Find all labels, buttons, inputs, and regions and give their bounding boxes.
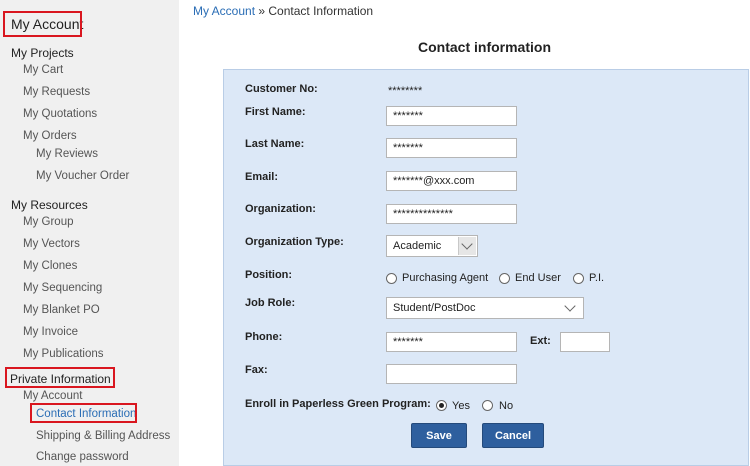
ext-label: Ext:	[530, 335, 551, 347]
sidebar-item-clones[interactable]: My Clones	[23, 260, 77, 272]
highlight-my-account	[3, 11, 82, 37]
chevron-down-icon	[458, 237, 476, 255]
phone-field[interactable]: *******	[386, 332, 517, 352]
breadcrumb-current: Contact Information	[268, 4, 374, 18]
paperless-label-no: No	[499, 400, 514, 412]
first-name-field[interactable]: *******	[386, 106, 517, 126]
position-label-end-user: End User	[515, 272, 561, 284]
position-radio-purchasing-agent[interactable]	[386, 273, 397, 284]
fax-field[interactable]	[386, 364, 517, 384]
paperless-radio-no[interactable]	[482, 400, 493, 411]
first-name-label: First Name:	[245, 106, 306, 118]
highlight-private-information	[5, 367, 115, 388]
sidebar-item-change-password[interactable]: Change password	[36, 451, 129, 463]
position-radio-pi[interactable]	[573, 273, 584, 284]
sidebar-item-shipping-billing[interactable]: Shipping & Billing Address	[36, 430, 170, 442]
organization-field[interactable]: **************	[386, 204, 517, 224]
breadcrumb-separator: »	[255, 4, 269, 18]
sidebar-item-group[interactable]: My Group	[23, 216, 74, 228]
organization-type-select[interactable]: Academic	[386, 235, 478, 257]
sidebar-item-invoice[interactable]: My Invoice	[23, 326, 78, 338]
sidebar-item-sequencing[interactable]: My Sequencing	[23, 282, 102, 294]
job-role-value: Student/PostDoc	[393, 302, 476, 314]
breadcrumb-link-my-account[interactable]: My Account	[193, 4, 255, 18]
paperless-label-yes: Yes	[452, 400, 470, 412]
position-label-pi: P.I.	[589, 272, 605, 284]
sidebar-heading-resources: My Resources	[11, 198, 88, 212]
organization-type-value: Academic	[393, 240, 442, 252]
sidebar-item-publications[interactable]: My Publications	[23, 348, 104, 360]
sidebar-item-my-account[interactable]: My Account	[23, 390, 82, 402]
cancel-button[interactable]: Cancel	[482, 423, 544, 448]
sidebar-item-voucher-order[interactable]: My Voucher Order	[36, 170, 129, 182]
sidebar-item-blanket-po[interactable]: My Blanket PO	[23, 304, 100, 316]
page-title: Contact information	[418, 39, 551, 55]
customer-no-value: ********	[388, 85, 423, 97]
paperless-radio-yes[interactable]	[436, 400, 447, 411]
phone-label: Phone:	[245, 331, 283, 343]
position-label: Position:	[245, 269, 293, 281]
chevron-down-icon	[564, 300, 576, 312]
job-role-label: Job Role:	[245, 297, 296, 309]
sidebar-item-cart[interactable]: My Cart	[23, 64, 63, 76]
highlight-contact-information	[30, 403, 137, 423]
position-radio-end-user[interactable]	[499, 273, 510, 284]
paperless-label: Enroll in Paperless Green Program:	[245, 398, 431, 410]
sidebar-item-vectors[interactable]: My Vectors	[23, 238, 80, 250]
sidebar-item-reviews[interactable]: My Reviews	[36, 148, 98, 160]
last-name-field[interactable]: *******	[386, 138, 517, 158]
position-label-purchasing-agent: Purchasing Agent	[402, 272, 489, 284]
save-button[interactable]: Save	[411, 423, 467, 448]
email-field[interactable]: *******@xxx.com	[386, 171, 517, 191]
last-name-label: Last Name:	[245, 138, 305, 150]
breadcrumb: My Account » Contact Information	[193, 4, 373, 18]
fax-label: Fax:	[245, 364, 268, 376]
email-label: Email:	[245, 171, 279, 183]
organization-label: Organization:	[245, 203, 316, 215]
sidebar-item-requests[interactable]: My Requests	[23, 86, 90, 98]
organization-type-label: Organization Type:	[245, 236, 344, 248]
job-role-select[interactable]: Student/PostDoc	[386, 297, 584, 319]
sidebar-item-orders[interactable]: My Orders	[23, 130, 77, 142]
sidebar-heading-projects: My Projects	[11, 46, 74, 60]
sidebar: My Account My Projects My Cart My Reques…	[0, 0, 179, 466]
ext-field[interactable]	[560, 332, 610, 352]
sidebar-item-quotations[interactable]: My Quotations	[23, 108, 97, 120]
customer-no-label: Customer No:	[245, 83, 318, 95]
